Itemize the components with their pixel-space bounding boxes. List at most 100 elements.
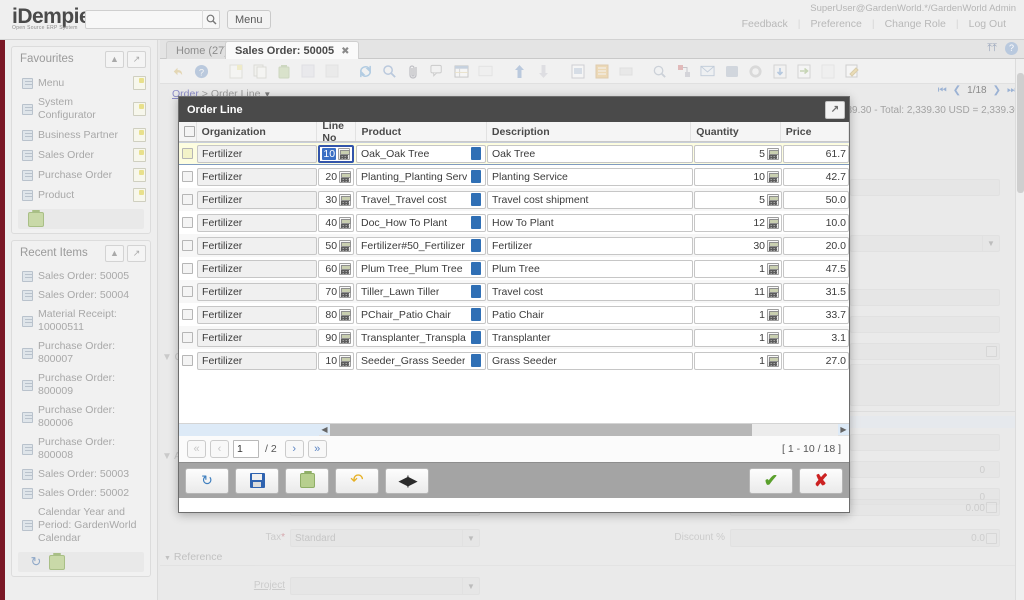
calculator-icon[interactable] <box>986 533 997 544</box>
refresh-icon[interactable] <box>354 61 377 82</box>
product-lookup-icon[interactable] <box>471 170 481 183</box>
ok-button[interactable]: ✔ <box>749 467 793 494</box>
organization-input[interactable]: Fertilizer <box>197 305 318 324</box>
checkbox-icon[interactable] <box>182 148 194 159</box>
save-icon[interactable] <box>296 61 319 82</box>
table-row[interactable]: Fertilizer 20 Planting_Planting Serv Pla… <box>179 165 849 188</box>
checkbox-icon[interactable] <box>184 126 196 137</box>
chevron-down-icon[interactable]: ▼ <box>462 530 479 546</box>
print-icon[interactable] <box>590 61 613 82</box>
cell-quantity[interactable]: 1 <box>693 257 782 280</box>
checkbox-icon[interactable] <box>182 309 194 320</box>
cell-quantity[interactable]: 1 <box>693 349 782 372</box>
fit-columns-button[interactable]: ◀|▶ <box>385 467 429 494</box>
price-input[interactable]: 47.5 <box>783 259 849 278</box>
next-page-button[interactable]: › <box>284 440 304 458</box>
price-input[interactable]: 31.5 <box>783 282 849 301</box>
change-role-link[interactable]: Change Role <box>875 18 956 30</box>
cell-line-no[interactable]: 50 <box>317 234 355 257</box>
last-page-button[interactable]: » <box>307 440 327 458</box>
grid-toggle-icon[interactable] <box>450 61 473 82</box>
checkbox-icon[interactable] <box>182 194 194 205</box>
table-row[interactable]: Fertilizer 90 Transplanter_Transpla Tran… <box>179 326 849 349</box>
line-no-input[interactable]: 70 <box>318 282 355 301</box>
row-checkbox[interactable] <box>179 349 196 372</box>
cell-description[interactable]: Plum Tree <box>486 257 693 280</box>
cell-product[interactable]: PChair_Patio Chair <box>355 303 486 326</box>
chevron-up-icon[interactable]: ▲ <box>105 50 124 68</box>
delete-button[interactable] <box>285 467 329 494</box>
cell-description[interactable]: Planting Service <box>486 165 693 188</box>
cell-quantity[interactable]: 11 <box>693 280 782 303</box>
cell-quantity[interactable]: 1 <box>693 303 782 326</box>
note-icon[interactable] <box>133 76 146 90</box>
product-input[interactable]: Fertilizer#50_Fertilizer <box>356 236 486 255</box>
organization-input[interactable]: Fertilizer <box>197 328 318 347</box>
table-row[interactable]: Fertilizer 40 Doc_How To Plant How To Pl… <box>179 211 849 234</box>
row-checkbox[interactable] <box>179 257 196 280</box>
organization-input[interactable]: Fertilizer <box>197 167 318 186</box>
calculator-icon[interactable] <box>767 239 779 252</box>
csv-import-icon[interactable] <box>816 61 839 82</box>
cell-product[interactable]: Fertilizer#50_Fertilizer <box>355 234 486 257</box>
description-input[interactable]: Plum Tree <box>487 259 693 278</box>
bg-reference-section[interactable]: ▼ Reference <box>160 551 1024 566</box>
list-item[interactable]: Sales Order: 50004 <box>12 286 150 305</box>
prev-page-button[interactable]: ‹ <box>210 440 229 458</box>
product-input[interactable]: Plum Tree_Plum Tree <box>356 259 486 278</box>
calculator-icon[interactable] <box>339 239 352 252</box>
cell-line-no[interactable]: 80 <box>317 303 355 326</box>
table-row[interactable]: Fertilizer 10 Seeder_Grass Seeder Grass … <box>179 349 849 372</box>
collapse-icon[interactable]: ⤒⤒ <box>987 42 997 55</box>
first-record-icon[interactable]: ⏮ <box>938 85 947 96</box>
cell-description[interactable]: Transplanter <box>486 326 693 349</box>
cell-product[interactable]: Planting_Planting Serv <box>355 165 486 188</box>
tab-sales-order[interactable]: Sales Order: 50005 ✖ <box>225 41 360 60</box>
product-lookup-icon[interactable] <box>471 239 481 252</box>
product-lookup-icon[interactable] <box>471 193 481 206</box>
row-checkbox[interactable] <box>179 303 196 326</box>
delete-record-icon[interactable] <box>272 61 295 82</box>
list-item[interactable]: Sales Order: 50003 <box>12 465 150 484</box>
cell-organization[interactable]: Fertilizer <box>196 257 318 280</box>
list-item[interactable]: Sales Order: 50005 <box>12 267 150 286</box>
cell-product[interactable]: Oak_Oak Tree <box>355 142 486 165</box>
quantity-input[interactable]: 1 <box>694 328 782 347</box>
calculator-icon[interactable] <box>339 331 352 344</box>
list-item[interactable]: Purchase Order: 800006 <box>12 401 150 433</box>
product-lookup-icon[interactable] <box>471 216 481 229</box>
global-search-input[interactable] <box>85 10 220 29</box>
cell-quantity[interactable]: 5 <box>693 188 782 211</box>
preference-link[interactable]: Preference <box>800 18 871 30</box>
calculator-icon[interactable] <box>767 354 779 367</box>
product-input[interactable]: Tiller_Lawn Tiller <box>356 282 486 301</box>
organization-input[interactable]: Fertilizer <box>197 236 318 255</box>
note-icon[interactable] <box>133 148 146 162</box>
chevron-down-icon[interactable]: ▼ <box>982 236 999 251</box>
cell-quantity[interactable]: 10 <box>693 165 782 188</box>
next-record-icon[interactable]: ❯ <box>993 85 1001 96</box>
line-no-input[interactable]: 30 <box>318 190 355 209</box>
cell-price[interactable]: 10.0 <box>782 211 849 234</box>
scroll-right-icon[interactable]: ▶ <box>838 425 849 434</box>
cell-description[interactable]: Grass Seeder <box>486 349 693 372</box>
refresh-button[interactable]: ↻ <box>185 467 229 494</box>
close-icon[interactable]: ✖ <box>341 46 349 57</box>
bg-project-field[interactable]: ▼ <box>290 577 480 595</box>
price-input[interactable]: 20.0 <box>783 236 849 255</box>
list-item[interactable]: Purchase Order: 800009 <box>12 369 150 401</box>
find-icon[interactable] <box>378 61 401 82</box>
help-icon[interactable]: ? <box>190 61 213 82</box>
table-row[interactable]: Fertilizer 70 Tiller_Lawn Tiller Travel … <box>179 280 849 303</box>
cell-description[interactable]: Travel cost <box>486 280 693 303</box>
calculator-icon[interactable] <box>339 216 352 229</box>
save-button[interactable] <box>235 467 279 494</box>
chevron-up-icon[interactable]: ▲ <box>105 244 124 262</box>
cell-quantity[interactable]: 12 <box>693 211 782 234</box>
cell-product[interactable]: Tiller_Lawn Tiller <box>355 280 486 303</box>
checkbox-icon[interactable] <box>182 217 194 228</box>
checkbox-icon[interactable] <box>182 240 194 251</box>
cell-description[interactable]: Patio Chair <box>486 303 693 326</box>
organization-input[interactable]: Fertilizer <box>197 213 318 232</box>
column-header-price[interactable]: Price <box>781 122 850 141</box>
